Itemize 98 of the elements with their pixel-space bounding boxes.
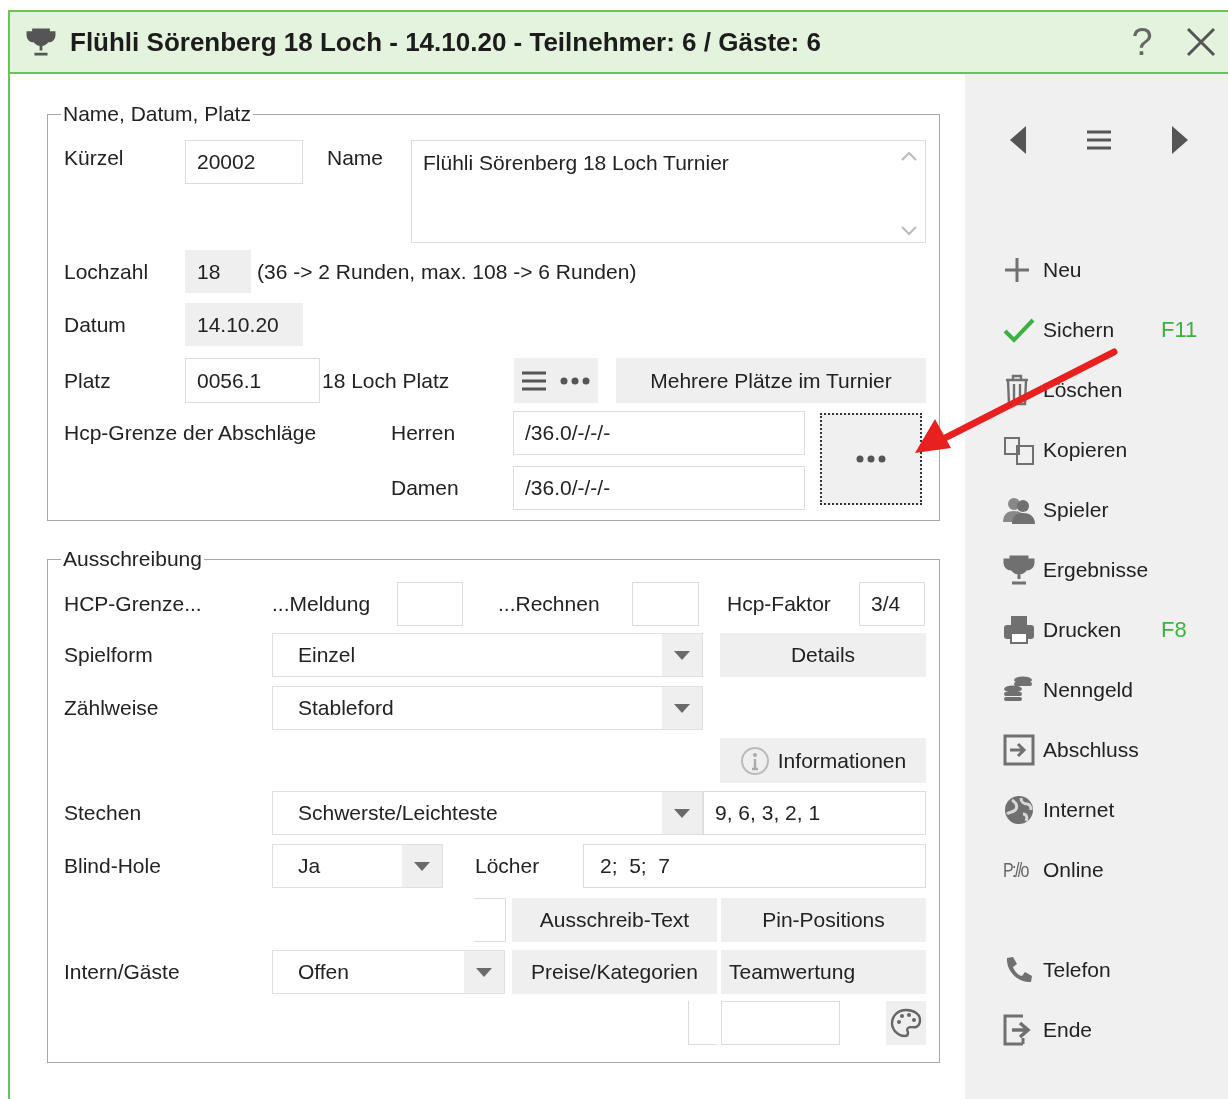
sidebar-action[interactable]: Ergebnisse <box>965 546 1228 594</box>
team-scoring-button[interactable]: Teamwertung <box>721 950 926 994</box>
sidebar-action[interactable]: Drucken F8 <box>965 606 1228 654</box>
globe-icon <box>1003 794 1035 826</box>
field-label: Hcp-Grenze der Abschläge <box>64 421 318 445</box>
field-label: Löcher <box>475 854 541 878</box>
dropdown[interactable]: Einzel <box>272 633 703 677</box>
field-label: Blind-Hole <box>64 854 162 878</box>
logo: P://o <box>1003 858 1028 882</box>
course-name: 18 Loch Platz <box>322 368 451 393</box>
copy-icon <box>1003 434 1035 466</box>
field-label: Spielform <box>64 643 154 667</box>
shortcut-key: F8 <box>1161 617 1187 643</box>
close-button[interactable] <box>1186 27 1216 57</box>
details-button[interactable]: Details <box>720 633 926 677</box>
input-field[interactable] <box>632 581 699 626</box>
field-label: HCP-Grenze... <box>64 591 203 616</box>
next-button[interactable] <box>1172 126 1188 154</box>
field-label: ...Rechnen <box>498 591 601 616</box>
dropdown[interactable]: Stableford <box>272 686 703 730</box>
input-field[interactable] <box>474 898 506 942</box>
right-triangle-icon <box>1172 126 1188 154</box>
input-field[interactable] <box>397 581 463 626</box>
sidebar-action[interactable]: Nenngeld <box>965 666 1228 714</box>
sidebar-action[interactable]: Abschluss <box>965 726 1228 774</box>
readonly-field: 14.10.20 <box>185 303 303 346</box>
sidebar-action[interactable]: Ende <box>965 1006 1228 1054</box>
dropdown[interactable]: Offen <box>272 950 505 994</box>
help-button[interactable]: ? <box>1122 20 1162 64</box>
sidebar-action[interactable]: Internet <box>965 786 1228 834</box>
input-field[interactable]: 20002 <box>185 140 303 184</box>
field-label: Intern/Gäste <box>64 960 181 984</box>
close-icon <box>1186 27 1216 57</box>
checkmark-icon <box>1003 317 1035 343</box>
readonly-field: 18 <box>185 250 251 293</box>
sidebar-action[interactable]: Sichern F11 <box>965 306 1228 354</box>
input-field[interactable]: /36.0/-/-/- <box>513 466 805 510</box>
field-label: Datum <box>64 312 127 337</box>
more-icon <box>856 455 886 463</box>
input-field[interactable]: 2; 5; 7 <box>583 844 926 888</box>
field-label: Name <box>327 146 385 170</box>
caret-icon <box>674 703 690 713</box>
color-button[interactable] <box>886 1001 926 1045</box>
input-field[interactable] <box>721 1001 840 1045</box>
trophy-icon <box>1003 555 1035 585</box>
caret-icon <box>674 808 690 818</box>
menu-icon <box>1087 130 1111 150</box>
sidebar-action[interactable]: Telefon <box>965 946 1228 994</box>
tender-text-button[interactable]: Ausschreib-Text <box>512 898 717 942</box>
field-label: Zählweise <box>64 696 160 720</box>
pin-positions-button[interactable]: Pin-Positions <box>721 898 926 942</box>
users-icon <box>1003 496 1035 524</box>
group-title: Name, Datum, Platz <box>62 102 252 126</box>
hint-text: (36 -> 2 Runden, max. 108 -> 6 Runden) <box>257 259 637 284</box>
sidebar-action[interactable]: Kopieren <box>965 426 1228 474</box>
trash-icon <box>1003 374 1031 406</box>
field-label: Kürzel <box>64 146 125 170</box>
sidebar-action[interactable]: Löschen <box>965 366 1228 414</box>
field-label: Platz <box>64 368 112 393</box>
prizes-categories-button[interactable]: Preise/Kategorien <box>512 950 717 994</box>
field-label: ...Meldung <box>272 591 372 616</box>
field-label: Hcp-Faktor <box>727 591 832 616</box>
more-icon <box>560 376 590 385</box>
input-field[interactable]: 0056.1 <box>185 358 320 403</box>
arrow-in-box-icon <box>1003 734 1035 766</box>
sidebar-action[interactable]: P://o Online <box>965 846 1228 894</box>
menu-button[interactable] <box>1087 130 1111 150</box>
printer-icon <box>1003 615 1035 645</box>
sidebar-action[interactable]: Neu <box>965 246 1228 294</box>
dropdown[interactable]: Ja <box>272 844 443 888</box>
field-label: Stechen <box>64 801 143 825</box>
field-label: Herren <box>391 421 457 445</box>
dropdown[interactable]: Schwerste/Leichteste <box>272 791 703 835</box>
text-area[interactable]: Flühli Sörenberg 18 Loch Turnier <box>411 140 926 243</box>
palette-icon <box>890 1007 922 1039</box>
previous-button[interactable] <box>1010 126 1026 154</box>
group-title: Ausschreibung <box>62 547 203 571</box>
list-icon[interactable] <box>522 370 546 391</box>
left-triangle-icon <box>1010 126 1026 154</box>
caret-icon <box>414 861 430 871</box>
more-button[interactable] <box>820 413 922 505</box>
window-title: Flühli Sörenberg 18 Loch - 14.10.20 - Teilnehmer: 6 / Gäste: 6 <box>70 26 822 58</box>
info-icon <box>739 745 770 776</box>
input-field[interactable]: 9, 6, 3, 2, 1 <box>703 791 926 835</box>
scroll-down-icon <box>901 226 917 236</box>
trophy-icon <box>26 28 56 56</box>
plus-icon <box>1003 256 1031 284</box>
caret-icon <box>476 967 492 977</box>
field-label: Lochzahl <box>64 259 150 284</box>
input-field[interactable]: /36.0/-/-/- <box>513 411 805 455</box>
multiple-courses-button[interactable]: Mehrere Plätze im Turnier <box>616 358 926 403</box>
caret-icon <box>674 650 690 660</box>
sidebar-action[interactable]: Spieler <box>965 486 1228 534</box>
field-label: Damen <box>391 476 460 500</box>
shortcut-key: F11 <box>1161 317 1198 343</box>
information-button[interactable]: Informationen <box>720 738 926 783</box>
input-field[interactable]: 3/4 <box>859 581 925 626</box>
scroll-up-icon <box>901 151 917 161</box>
